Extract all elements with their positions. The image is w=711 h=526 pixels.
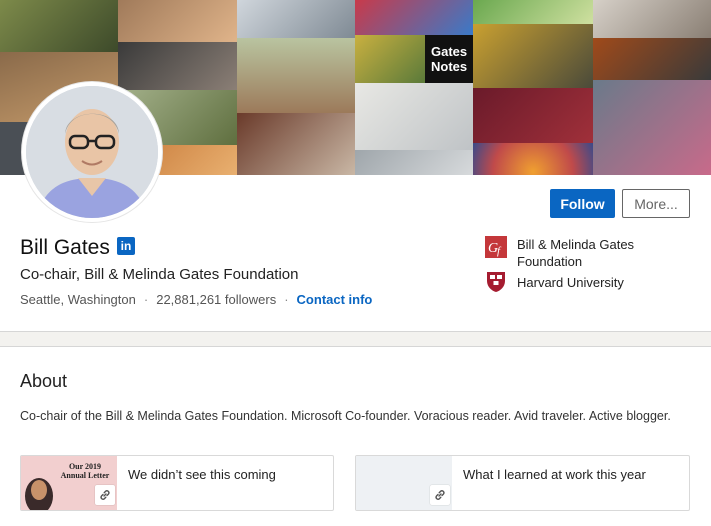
banner-tile (355, 150, 473, 175)
gates-foundation-logo: G f (485, 236, 507, 258)
profile-followers[interactable]: 22,881,261 followers (156, 292, 276, 307)
banner-tile (473, 0, 593, 24)
media-title: What I learned at work this year (463, 467, 646, 482)
banner-tile (593, 80, 711, 175)
link-icon (430, 485, 450, 505)
org-name: Harvard University (517, 275, 624, 290)
banner-tile (355, 0, 473, 35)
linkedin-icon: in (117, 237, 135, 255)
follow-button[interactable]: Follow (550, 189, 615, 218)
banner-tile (118, 42, 237, 90)
profile-headline: Co-chair, Bill & Melinda Gates Foundatio… (20, 266, 299, 283)
contact-info-link[interactable]: Contact info (297, 292, 373, 307)
profile-card: Gates Notes Follow More... Bill Gates in (0, 0, 711, 332)
avatar-portrait (26, 86, 158, 218)
gates-notes-line2: Notes (431, 59, 468, 74)
banner-tile (473, 24, 593, 88)
banner-tile (0, 0, 118, 52)
banner-tile (473, 143, 593, 175)
banner-tile (473, 88, 593, 143)
banner-tile (237, 38, 355, 113)
media-card[interactable]: Our 2019 Annual Letter We didn’t see thi… (20, 455, 334, 511)
banner-tile (593, 38, 711, 80)
org-harvard[interactable]: Harvard University (485, 271, 677, 293)
about-title: About (20, 371, 68, 391)
banner-tile (355, 83, 473, 150)
banner-tile (237, 0, 355, 38)
banner-tile (593, 0, 711, 38)
separator-dot: · (284, 292, 289, 307)
thumb-line2: Annual Letter (60, 471, 110, 480)
media-title: We didn’t see this coming (128, 467, 276, 482)
about-card: About Co-chair of the Bill & Melinda Gat… (0, 346, 711, 526)
gates-notes-line1: Gates (431, 44, 468, 59)
media-card[interactable]: What I learned at work this year (355, 455, 690, 511)
org-gates-foundation[interactable]: G f Bill & Melinda Gates Foundation (485, 236, 677, 270)
profile-location: Seattle, Washington (20, 292, 136, 307)
org-name: Bill & Melinda Gates Foundation (517, 237, 635, 269)
harvard-shield-logo (485, 271, 507, 293)
gates-notes-logo: Gates Notes (425, 35, 473, 83)
thumb-line1: Our 2019 (68, 462, 102, 471)
more-button[interactable]: More... (622, 189, 690, 218)
banner-tile (237, 113, 355, 175)
separator-dot: · (143, 292, 149, 307)
avatar[interactable] (22, 82, 162, 222)
link-icon (95, 485, 115, 505)
profile-name: Bill Gates (20, 236, 110, 259)
banner-tile (118, 0, 237, 42)
about-text: Co-chair of the Bill & Melinda Gates Fou… (20, 409, 671, 423)
profile-meta: Seattle, Washington · 22,881,261 followe… (20, 292, 372, 307)
banner-tile (355, 35, 425, 83)
